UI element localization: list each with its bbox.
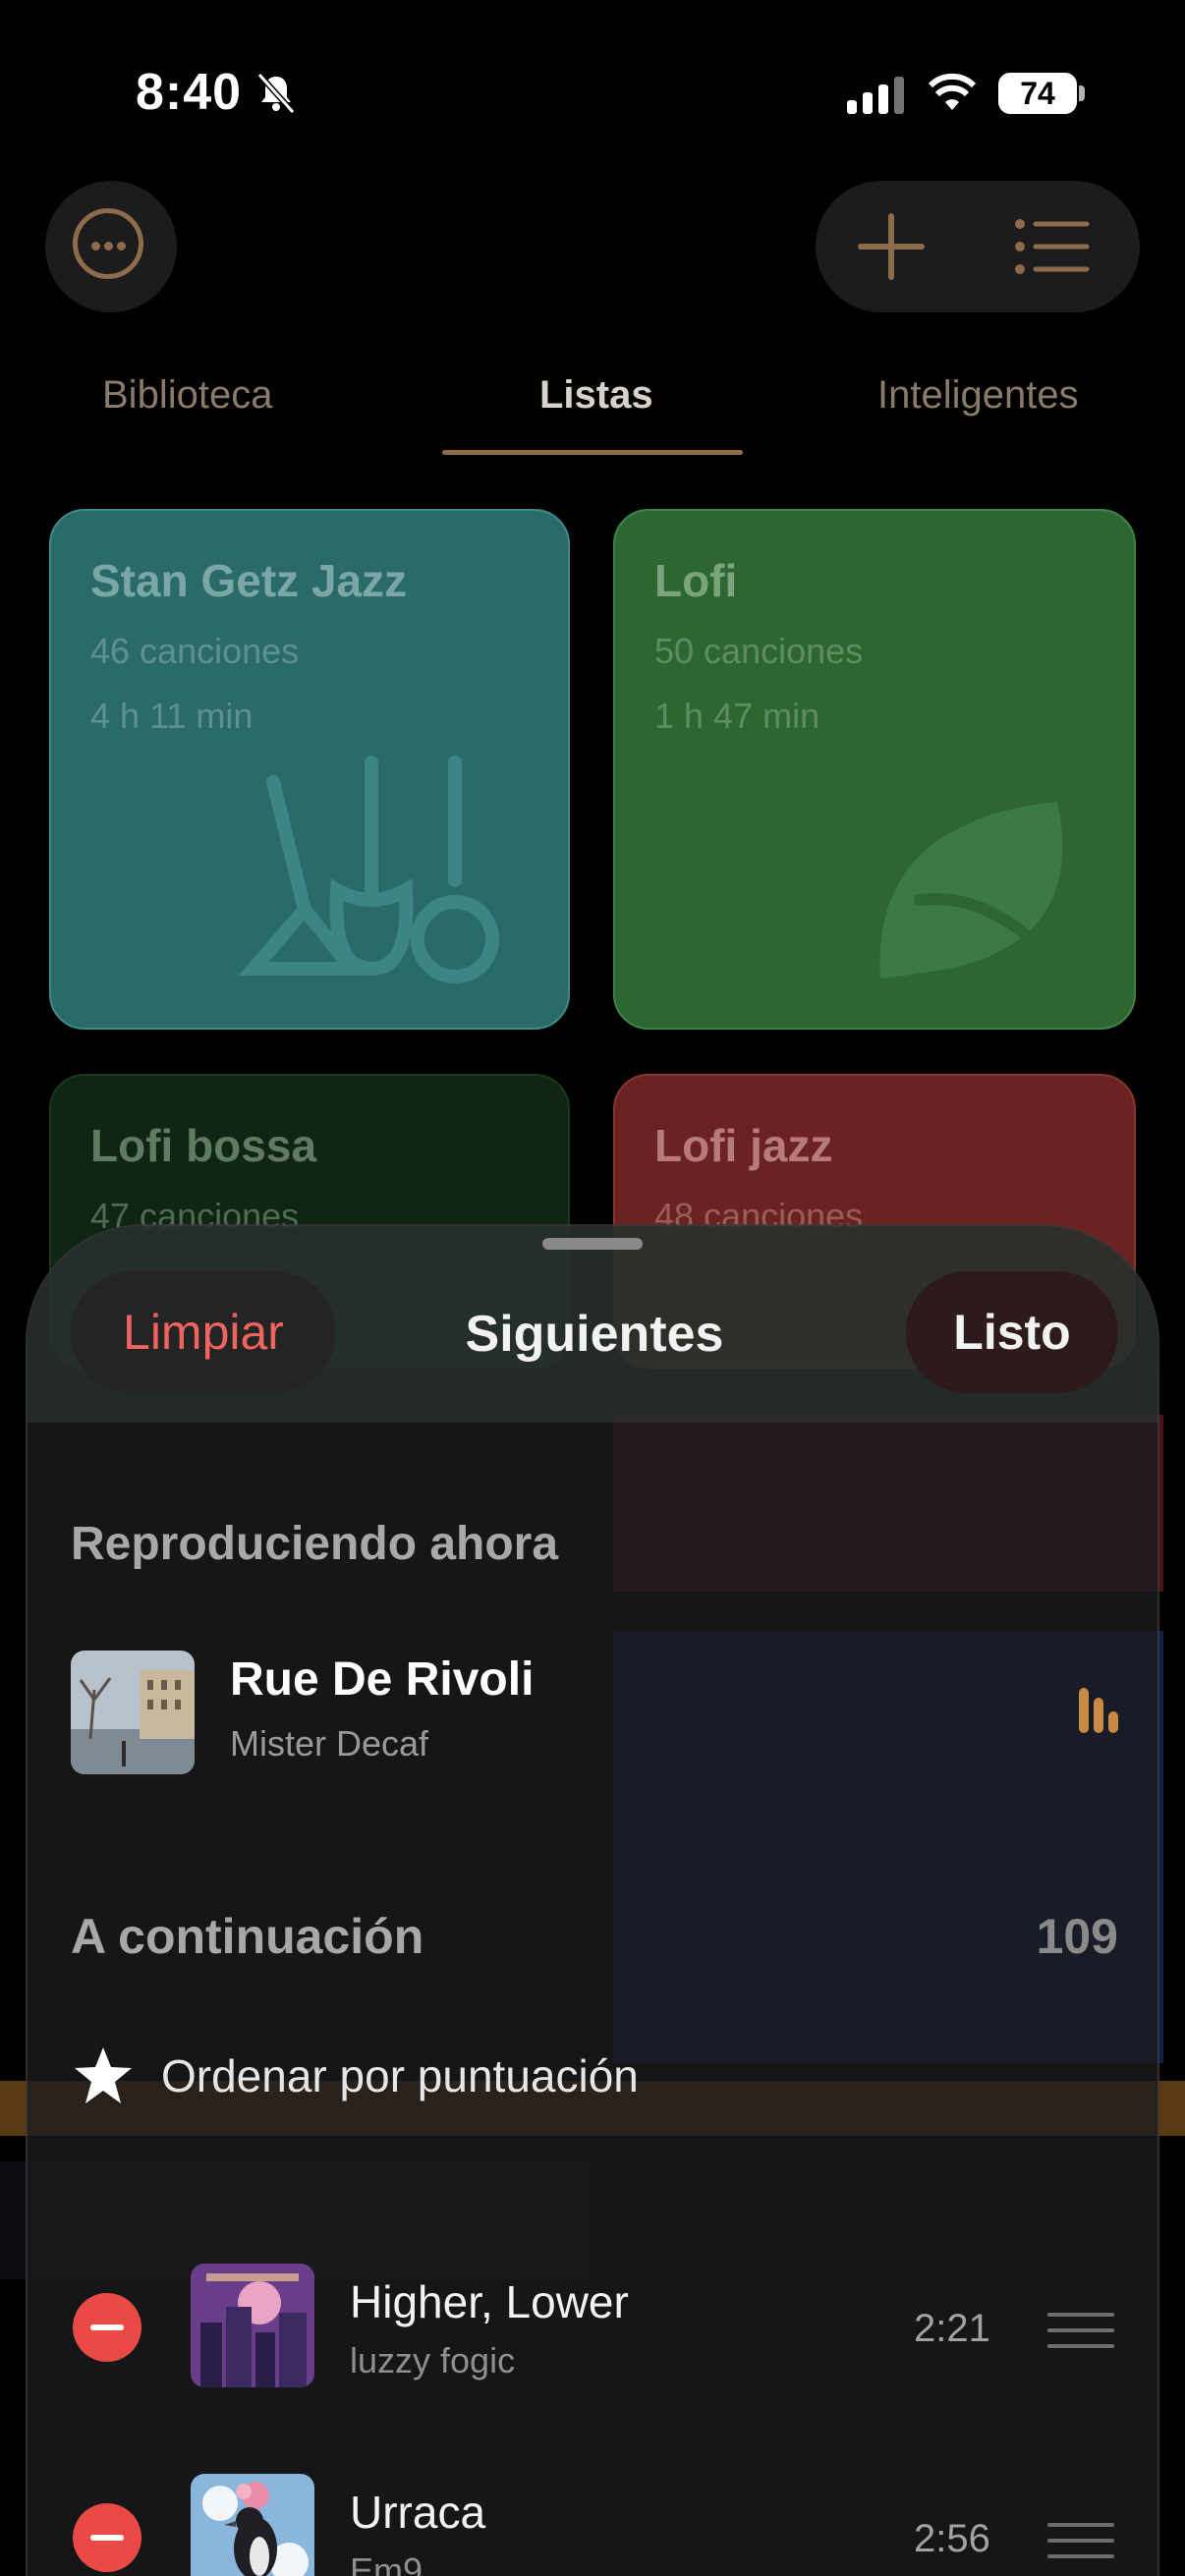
battery-cap <box>1079 85 1085 101</box>
playlist-name: Lofi bossa <box>90 1120 317 1171</box>
leaf-icon <box>879 802 1073 984</box>
track-title: Higher, Lower <box>350 2276 629 2327</box>
sort-by-rating-button[interactable]: Ordenar por puntuación <box>161 2049 639 2102</box>
bell-slash-icon <box>256 72 296 115</box>
reorder-handle-icon[interactable] <box>1047 2523 1114 2558</box>
playlist-duration: 4 h 11 min <box>90 696 254 736</box>
up-next-count: 109 <box>1036 1909 1118 1964</box>
playlist-duration: 1 h 47 min <box>654 696 820 736</box>
queue-row-container <box>28 1226 1157 1364</box>
up-next-sheet: Limpiar Siguientes Listo Reproduciendo a… <box>26 1224 1159 2576</box>
album-art <box>191 2474 314 2576</box>
queue-row[interactable]: Urraca Em9 2:56 <box>28 2468 1157 2576</box>
tab-inteligentes[interactable]: Inteligentes <box>877 373 1079 418</box>
album-art <box>71 1651 195 1774</box>
album-art <box>191 2264 314 2387</box>
track-artist: luzzy fogic <box>350 2340 516 2380</box>
tab-active-indicator <box>442 450 743 455</box>
playlist-card[interactable]: Stan Getz Jazz 46 canciones 4 h 11 min <box>49 509 570 1030</box>
track-duration: 2:21 <box>914 2307 990 2350</box>
add-icon[interactable] <box>855 210 928 283</box>
track-duration: 2:56 <box>914 2517 990 2560</box>
playlist-name: Lofi <box>654 555 738 606</box>
reorder-handle-icon[interactable] <box>1047 2313 1114 2348</box>
track-artist: Em9 <box>350 2550 423 2576</box>
tab-biblioteca[interactable]: Biblioteca <box>102 373 272 418</box>
track-title: Urraca <box>350 2487 486 2538</box>
now-playing-artist: Mister Decaf <box>230 1723 429 1764</box>
ellipsis-circle-icon <box>73 208 143 279</box>
battery-indicator: 74 <box>998 73 1077 114</box>
up-next-header: A continuación <box>71 1909 424 1964</box>
remove-button[interactable] <box>73 2503 141 2572</box>
queue-row[interactable]: Higher, Lower luzzy fogic 2:21 <box>28 2258 1157 2395</box>
remove-button[interactable] <box>73 2293 141 2362</box>
star-icon <box>75 2047 132 2103</box>
playlist-count: 46 canciones <box>90 631 300 671</box>
guitars-icon <box>238 756 499 983</box>
playlist-name: Lofi jazz <box>654 1120 833 1171</box>
list-view-icon[interactable] <box>1012 214 1091 279</box>
status-time: 8:40 <box>136 64 243 121</box>
playlist-name: Stan Getz Jazz <box>90 555 408 606</box>
now-playing-title: Rue De Rivoli <box>230 1653 535 1706</box>
wifi-icon <box>928 73 977 110</box>
tab-listas[interactable]: Listas <box>539 373 653 418</box>
playlist-card[interactable]: Lofi 50 canciones 1 h 47 min <box>613 509 1136 1030</box>
toolbar-pill <box>816 181 1140 312</box>
cellular-signal-icon <box>847 77 910 114</box>
now-playing-header: Reproduciendo ahora <box>71 1518 559 1570</box>
more-options-button[interactable] <box>45 181 177 312</box>
now-playing-bars-icon <box>1079 1688 1118 1733</box>
playlist-count: 50 canciones <box>654 631 864 671</box>
